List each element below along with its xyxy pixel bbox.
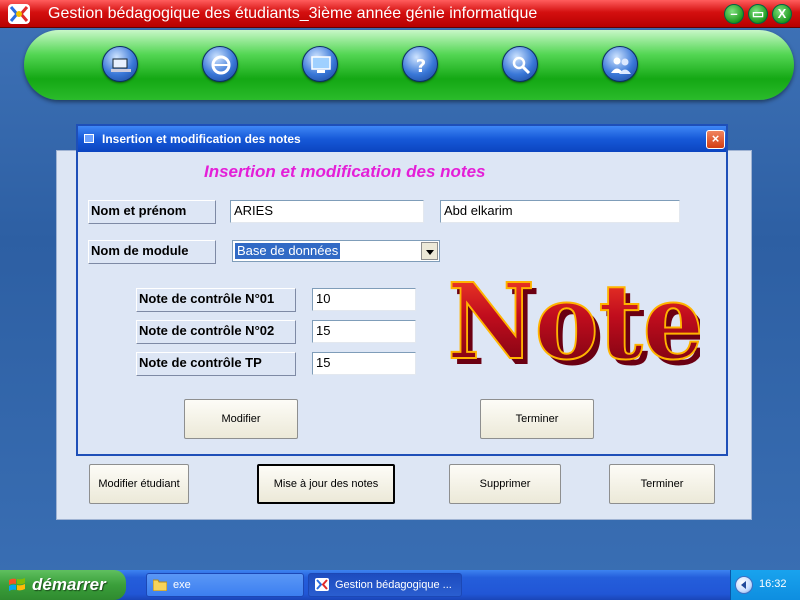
taskbar: démarrer exe Gestion bédagogique ... 16:… bbox=[0, 570, 800, 600]
title-bar: Gestion bédagogique des étudiants_3ième … bbox=[0, 0, 800, 28]
start-button[interactable]: démarrer bbox=[0, 570, 126, 600]
svg-text:Notes: Notes bbox=[447, 264, 700, 382]
last-name-field[interactable]: ARIES bbox=[230, 200, 424, 223]
minimize-button[interactable]: – bbox=[724, 4, 744, 24]
name-label: Nom et prénom bbox=[88, 200, 216, 224]
taskbar-item-exe[interactable]: exe bbox=[146, 573, 304, 597]
close-button[interactable]: X bbox=[772, 4, 792, 24]
grade-tp-label: Note de contrôle TP bbox=[136, 352, 296, 376]
update-grades-button[interactable]: Mise à jour des notes bbox=[257, 464, 395, 504]
dialog-finish-button[interactable]: Terminer bbox=[480, 399, 594, 439]
module-label: Nom de module bbox=[88, 240, 216, 264]
dialog-heading: Insertion et modification des notes bbox=[204, 162, 486, 181]
taskbar-item-gestion[interactable]: Gestion bédagogique ... bbox=[308, 573, 462, 597]
chevron-left-icon[interactable] bbox=[735, 576, 753, 594]
grade2-field[interactable]: 15 bbox=[312, 320, 416, 343]
grade1-label: Note de contrôle N°01 bbox=[136, 288, 296, 312]
first-name-field[interactable]: Abd elkarim bbox=[440, 200, 680, 223]
module-select-value: Base de données bbox=[235, 243, 341, 259]
start-label: démarrer bbox=[32, 575, 106, 594]
internet-explorer-icon[interactable] bbox=[202, 46, 238, 82]
users-icon[interactable] bbox=[602, 46, 638, 82]
dialog-title: Insertion et modification des notes bbox=[102, 132, 301, 146]
module-select[interactable]: Base de données bbox=[232, 240, 440, 262]
computer-icon[interactable] bbox=[302, 46, 338, 82]
taskbar-item-label: Gestion bédagogique ... bbox=[335, 579, 452, 591]
network-icon[interactable] bbox=[102, 46, 138, 82]
delete-button[interactable]: Supprimer bbox=[449, 464, 561, 504]
svg-text:?: ? bbox=[416, 56, 426, 77]
window-icon bbox=[84, 134, 94, 143]
maximize-button[interactable]: ▭ bbox=[748, 4, 768, 24]
dialog-title-bar: Insertion et modification des notes × bbox=[78, 126, 726, 152]
windows-logo-icon bbox=[9, 578, 25, 591]
chevron-down-icon[interactable] bbox=[421, 242, 438, 260]
dialog-close-button[interactable]: × bbox=[706, 130, 725, 149]
system-tray: 16:32 bbox=[730, 570, 800, 600]
app-logo-icon bbox=[315, 578, 329, 591]
clock: 16:32 bbox=[759, 578, 787, 590]
window-title: Gestion bédagogique des étudiants_3ième … bbox=[48, 5, 538, 22]
modify-student-button[interactable]: Modifier étudiant bbox=[89, 464, 189, 504]
app-logo-icon bbox=[8, 4, 30, 24]
folder-icon bbox=[153, 579, 167, 591]
search-help-icon[interactable] bbox=[502, 46, 538, 82]
notes-wordart-logo: Notes Notes bbox=[446, 264, 700, 382]
grade1-field[interactable]: 10 bbox=[312, 288, 416, 311]
modify-button[interactable]: Modifier bbox=[184, 399, 298, 439]
grade2-label: Note de contrôle N°02 bbox=[136, 320, 296, 344]
help-icon[interactable]: ? bbox=[402, 46, 438, 82]
finish-button[interactable]: Terminer bbox=[609, 464, 715, 504]
nav-toolbar: ? bbox=[24, 30, 794, 100]
grade-tp-field[interactable]: 15 bbox=[312, 352, 416, 375]
grades-dialog: Insertion et modification des notes × In… bbox=[76, 124, 728, 456]
taskbar-item-label: exe bbox=[173, 579, 191, 591]
